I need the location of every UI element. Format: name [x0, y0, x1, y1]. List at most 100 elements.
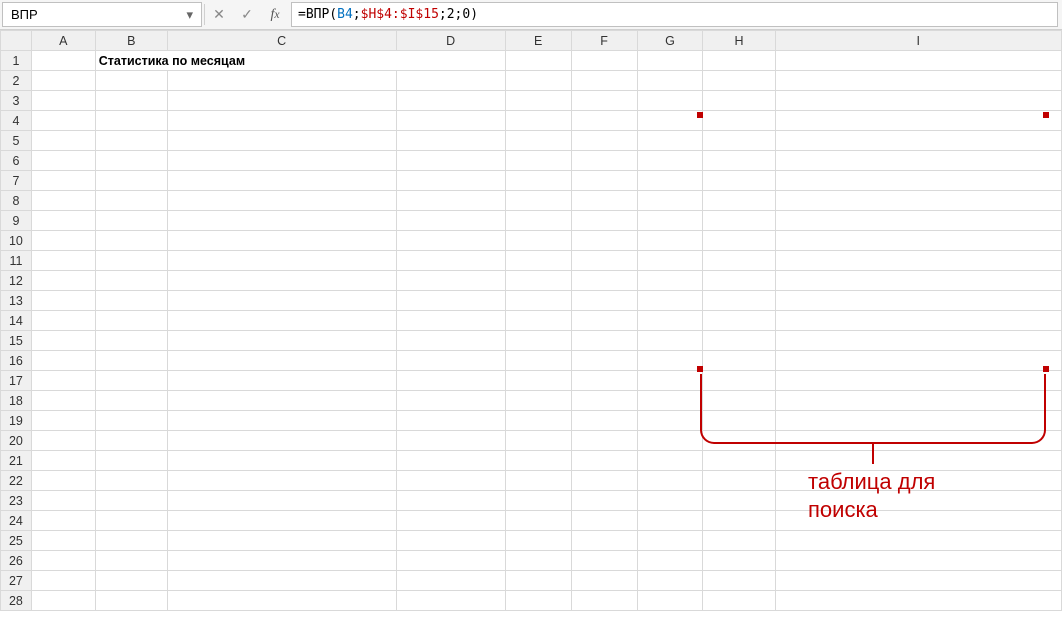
cell-I1[interactable]	[775, 51, 1061, 71]
cell-H24[interactable]	[703, 511, 775, 531]
cell-G10[interactable]	[637, 231, 703, 251]
cell-E11[interactable]	[505, 251, 571, 271]
cell-D21[interactable]	[396, 451, 505, 471]
cell-C24[interactable]	[167, 511, 396, 531]
cell-F24[interactable]	[571, 511, 637, 531]
col-header[interactable]: E	[505, 31, 571, 51]
col-header[interactable]: C	[167, 31, 396, 51]
row-header[interactable]: 23	[1, 491, 32, 511]
cell-A10[interactable]	[31, 231, 95, 251]
cell-C3[interactable]	[167, 91, 396, 111]
cell-B24[interactable]	[95, 511, 167, 531]
cell-B14[interactable]	[95, 311, 167, 331]
cell-D22[interactable]	[396, 471, 505, 491]
cell-E10[interactable]	[505, 231, 571, 251]
cell-D2[interactable]	[396, 71, 505, 91]
cell-F23[interactable]	[571, 491, 637, 511]
cell-C28[interactable]	[167, 591, 396, 611]
cell-A6[interactable]	[31, 151, 95, 171]
row-header[interactable]: 9	[1, 211, 32, 231]
cell-B9[interactable]	[95, 211, 167, 231]
cell-A27[interactable]	[31, 571, 95, 591]
cell-C9[interactable]	[167, 211, 396, 231]
cell-A4[interactable]	[31, 111, 95, 131]
row-header[interactable]: 15	[1, 331, 32, 351]
cell-B8[interactable]	[95, 191, 167, 211]
spreadsheet[interactable]: A B C D E F G H I 1Статистика по месяцам…	[0, 30, 1062, 635]
cell-H2[interactable]	[703, 71, 775, 91]
cell-H16[interactable]	[703, 351, 775, 371]
cell-B16[interactable]	[95, 351, 167, 371]
cell-E2[interactable]	[505, 71, 571, 91]
row-header[interactable]: 1	[1, 51, 32, 71]
cell-F28[interactable]	[571, 591, 637, 611]
cell-I5[interactable]	[775, 131, 1061, 151]
cell-D12[interactable]	[396, 271, 505, 291]
cell-C12[interactable]	[167, 271, 396, 291]
cell-F17[interactable]	[571, 371, 637, 391]
cell-I10[interactable]	[775, 231, 1061, 251]
cell-E1[interactable]	[505, 51, 571, 71]
col-header[interactable]: F	[571, 31, 637, 51]
row-header[interactable]: 4	[1, 111, 32, 131]
cell-E5[interactable]	[505, 131, 571, 151]
cell-C25[interactable]	[167, 531, 396, 551]
cell-I4[interactable]	[775, 111, 1061, 131]
cell-A25[interactable]	[31, 531, 95, 551]
cell-H25[interactable]	[703, 531, 775, 551]
cell-H8[interactable]	[703, 191, 775, 211]
cell-A2[interactable]	[31, 71, 95, 91]
cell-A24[interactable]	[31, 511, 95, 531]
cell-F6[interactable]	[571, 151, 637, 171]
cell-E27[interactable]	[505, 571, 571, 591]
cell-D24[interactable]	[396, 511, 505, 531]
row-header[interactable]: 3	[1, 91, 32, 111]
cell-G8[interactable]	[637, 191, 703, 211]
cell-I14[interactable]	[775, 311, 1061, 331]
row-header[interactable]: 2	[1, 71, 32, 91]
cell-G1[interactable]	[637, 51, 703, 71]
cell-B21[interactable]	[95, 451, 167, 471]
cell-D5[interactable]	[396, 131, 505, 151]
cell-A19[interactable]	[31, 411, 95, 431]
cell-H28[interactable]	[703, 591, 775, 611]
cell-F15[interactable]	[571, 331, 637, 351]
row-header[interactable]: 20	[1, 431, 32, 451]
row-header[interactable]: 10	[1, 231, 32, 251]
cell-E28[interactable]	[505, 591, 571, 611]
col-header[interactable]: A	[31, 31, 95, 51]
cell-G24[interactable]	[637, 511, 703, 531]
row-header[interactable]: 26	[1, 551, 32, 571]
cell-D28[interactable]	[396, 591, 505, 611]
cell-B18[interactable]	[95, 391, 167, 411]
cell-E24[interactable]	[505, 511, 571, 531]
cell-G4[interactable]	[637, 111, 703, 131]
cell-D20[interactable]	[396, 431, 505, 451]
cell-B13[interactable]	[95, 291, 167, 311]
cell-H7[interactable]	[703, 171, 775, 191]
cell-A23[interactable]	[31, 491, 95, 511]
cell-D27[interactable]	[396, 571, 505, 591]
cell-E12[interactable]	[505, 271, 571, 291]
cell-C11[interactable]	[167, 251, 396, 271]
cell-C21[interactable]	[167, 451, 396, 471]
cell-B3[interactable]	[95, 91, 167, 111]
cell-F14[interactable]	[571, 311, 637, 331]
cell-E21[interactable]	[505, 451, 571, 471]
cell-A18[interactable]	[31, 391, 95, 411]
cell-C19[interactable]	[167, 411, 396, 431]
cell-A9[interactable]	[31, 211, 95, 231]
cell-B27[interactable]	[95, 571, 167, 591]
cell-C10[interactable]	[167, 231, 396, 251]
cell-F16[interactable]	[571, 351, 637, 371]
formula-input[interactable]: =ВПР(B4;$H$4:$I$15;2;0)	[291, 2, 1058, 27]
row-header[interactable]: 7	[1, 171, 32, 191]
cell-D18[interactable]	[396, 391, 505, 411]
cell-G13[interactable]	[637, 291, 703, 311]
cell-G20[interactable]	[637, 431, 703, 451]
select-all-corner[interactable]	[1, 31, 32, 51]
cell-B10[interactable]	[95, 231, 167, 251]
row-header[interactable]: 12	[1, 271, 32, 291]
cell-E23[interactable]	[505, 491, 571, 511]
cell-B11[interactable]	[95, 251, 167, 271]
